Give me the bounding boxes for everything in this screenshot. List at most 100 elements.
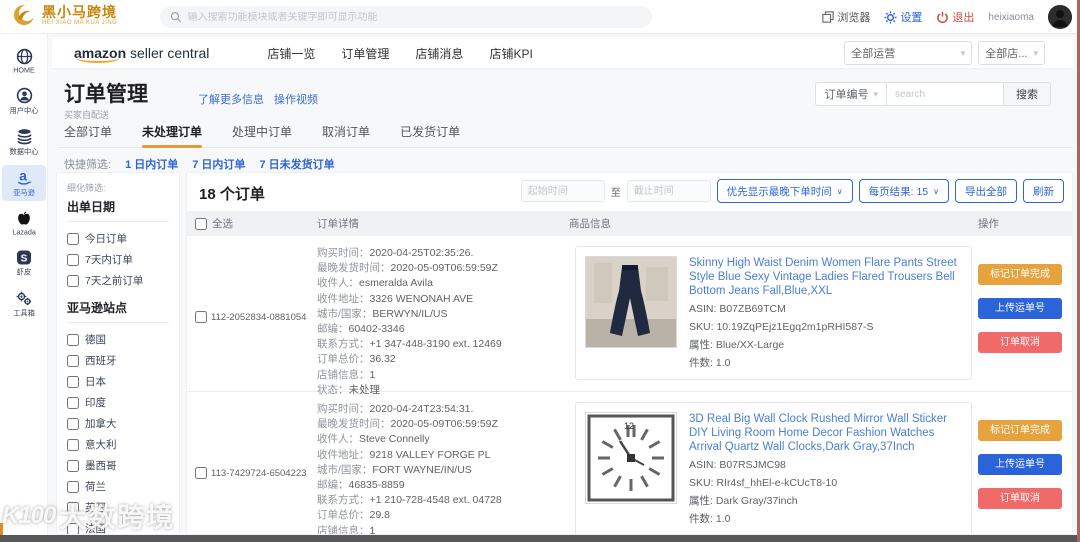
sidebar-item-label: HOME — [13, 66, 35, 75]
sidebar-item-home[interactable]: HOME — [2, 44, 46, 78]
sidebar-item-amazon[interactable]: a 亚马逊 — [2, 165, 46, 201]
global-search[interactable] — [160, 6, 652, 28]
product-title-link[interactable]: 3D Real Big Wall Clock Rushed Mirror Wal… — [689, 412, 962, 454]
select-all-label: 全选 — [212, 218, 233, 230]
sidebar-item-data-center[interactable]: 数据中心 — [2, 124, 46, 160]
database-icon — [16, 129, 32, 145]
search-button[interactable]: 搜索 — [1004, 82, 1051, 106]
checkbox[interactable] — [67, 501, 79, 514]
video-tutorial-link[interactable]: 操作视频 — [274, 91, 318, 107]
operator-filter-value: 全部运营 — [851, 48, 896, 60]
sidebar-item-label: 亚马逊 — [13, 188, 35, 197]
checkbox[interactable] — [67, 333, 79, 346]
sidebar-item-toolbox[interactable]: 工具箱 — [2, 286, 46, 322]
sidebar-item-shopee[interactable]: S 虾皮 — [2, 245, 46, 281]
product-title-link[interactable]: Skinny High Waist Denim Women Flare Pant… — [689, 256, 962, 298]
settings-button[interactable]: 设置 — [884, 9, 922, 25]
row-checkbox[interactable] — [195, 467, 207, 480]
subnav-item-order-management[interactable]: 订单管理 — [341, 45, 389, 62]
checkbox[interactable] — [67, 522, 79, 534]
shopee-s-icon: S — [17, 250, 31, 265]
subnav-item-store-overview[interactable]: 店铺一览 — [267, 45, 315, 62]
order-tabs: 全部订单 未处理订单 处理中订单 取消订单 已发货订单 — [58, 120, 1073, 148]
to-label: 至 — [610, 187, 621, 199]
sidebar-item-user-center[interactable]: 用户中心 — [2, 83, 46, 119]
filter-option-7days[interactable]: 7天内订单 — [67, 249, 169, 270]
site-option-jp[interactable]: 日本 — [67, 371, 169, 392]
learn-more-link[interactable]: 了解更多信息 — [198, 91, 264, 107]
site-option-nl[interactable]: 荷兰 — [67, 476, 169, 497]
site-option-in[interactable]: 印度 — [67, 392, 169, 413]
checkbox[interactable] — [67, 375, 79, 388]
site-option-uk[interactable]: 英国 — [67, 497, 169, 518]
user-avatar-icon — [1048, 5, 1072, 29]
amazon-smile-icon — [76, 57, 120, 63]
filter-option-today[interactable]: 今日订单 — [67, 228, 169, 249]
operator-filter-dropdown[interactable]: 全部运营 ▾ — [844, 41, 973, 65]
quick-filter-1day[interactable]: 1 日内订单 — [125, 156, 178, 172]
subnav-item-store-kpi[interactable]: 店铺KPI — [489, 45, 532, 62]
upload-tracking-button[interactable]: 上传运单号 — [978, 298, 1062, 319]
checkbox[interactable] — [67, 253, 79, 266]
browser-button[interactable]: 浏览器 — [822, 9, 870, 25]
checkbox[interactable] — [67, 417, 79, 430]
site-option-ca[interactable]: 加拿大 — [67, 413, 169, 434]
start-time-input[interactable] — [520, 180, 605, 202]
quick-filter-7day[interactable]: 7 日内订单 — [192, 156, 245, 172]
export-all-button[interactable]: 导出全部 — [955, 179, 1017, 203]
tab-all-orders[interactable]: 全部订单 — [64, 120, 112, 147]
mark-complete-button[interactable]: 标记订单完成 — [978, 264, 1062, 285]
app-sidebar: HOME 用户中心 数据中心 a 亚马逊 Lazada S 虾皮 工具箱 — [0, 34, 48, 535]
tab-cancelled-orders[interactable]: 取消订单 — [322, 120, 370, 147]
end-time-input[interactable] — [626, 180, 711, 202]
order-row: 112-2052834-0881054 购买时间：2020-04-25T02:3… — [187, 236, 1072, 396]
site-option-mx[interactable]: 墨西哥 — [67, 455, 169, 476]
page-title: 订单管理 — [64, 83, 148, 106]
store-filter-dropdown[interactable]: 全部店... ▾ — [978, 41, 1045, 65]
avatar[interactable] — [1048, 5, 1072, 29]
order-number-dropdown[interactable]: 订单编号 ▾ — [815, 82, 886, 106]
cancel-order-button[interactable]: 订单取消 — [978, 332, 1062, 353]
tab-processing-orders[interactable]: 处理中订单 — [232, 120, 292, 147]
product-image-jeans[interactable] — [585, 256, 677, 348]
col-product-info: 商品信息 — [569, 218, 611, 230]
sidebar-item-label: 虾皮 — [16, 268, 32, 277]
tab-unprocessed-orders[interactable]: 未处理订单 — [142, 120, 203, 148]
cancel-order-button[interactable]: 订单取消 — [978, 488, 1062, 509]
select-all-checkbox[interactable] — [195, 217, 207, 230]
order-search-input[interactable] — [886, 82, 1004, 106]
checkbox[interactable] — [67, 480, 79, 493]
left-accent-mark — [0, 523, 3, 535]
subnav-item-store-messages[interactable]: 店铺消息 — [415, 45, 463, 62]
mark-complete-button[interactable]: 标记订单完成 — [978, 420, 1062, 441]
checkbox[interactable] — [67, 438, 79, 451]
order-id: 113-7429724-6504223 — [211, 467, 307, 479]
tab-shipped-orders[interactable]: 已发货订单 — [400, 120, 460, 147]
sidebar-item-lazada[interactable]: Lazada — [2, 206, 46, 240]
app-window: 黑小马跨境 HEI XIAO MA KUA JING 浏览器 — [0, 0, 1080, 542]
checkbox[interactable] — [67, 396, 79, 409]
quick-filter-7day-unshipped[interactable]: 7 日未发货订单 — [259, 156, 334, 172]
site-option-fr[interactable]: 法国 — [67, 518, 169, 534]
row-checkbox[interactable] — [195, 311, 207, 324]
globe-icon — [16, 48, 32, 65]
logout-button[interactable]: 退出 — [936, 9, 974, 25]
checkbox[interactable] — [67, 354, 79, 367]
refresh-button[interactable]: 刷新 — [1023, 179, 1064, 203]
site-option-it[interactable]: 意大利 — [67, 434, 169, 455]
logout-label: 退出 — [952, 12, 975, 24]
site-option-de[interactable]: 德国 — [67, 329, 169, 350]
gear-icon — [884, 10, 897, 24]
product-card: 12 3D Real Big Wall Clock Rushed Mirror … — [575, 402, 972, 534]
page-size-dropdown-button[interactable]: 每页结果: 15 ∨ — [858, 179, 949, 203]
global-search-input[interactable] — [187, 11, 642, 23]
checkbox[interactable] — [67, 274, 79, 287]
sidebar-item-label: 数据中心 — [9, 147, 39, 156]
checkbox[interactable] — [67, 232, 79, 245]
filter-option-before-7days[interactable]: 7天之前订单 — [67, 270, 169, 291]
sort-dropdown-button[interactable]: 优先显示最晚下单时间 ∨ — [716, 179, 853, 203]
checkbox[interactable] — [67, 459, 79, 472]
upload-tracking-button[interactable]: 上传运单号 — [978, 454, 1062, 475]
product-image-clock[interactable]: 12 — [585, 412, 677, 504]
site-option-es[interactable]: 西班牙 — [67, 350, 169, 371]
